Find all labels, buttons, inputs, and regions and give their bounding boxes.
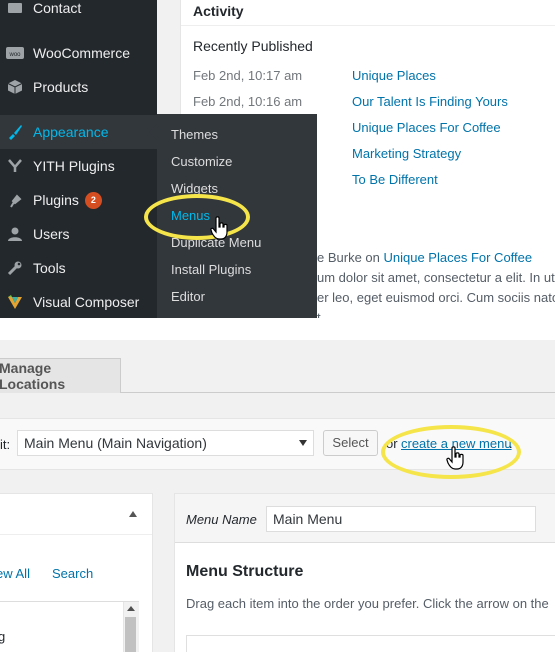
sidebar-item-products[interactable]: Products <box>0 70 157 104</box>
contact-icon <box>5 0 25 18</box>
comment-post-link[interactable]: Unique Places For Coffee <box>384 250 533 265</box>
post-date: Feb 2nd, 10:16 am <box>193 94 303 109</box>
tab-manage-locations[interactable]: Manage Locations <box>0 358 121 393</box>
sidebar-item-appearance[interactable]: Appearance <box>0 115 157 149</box>
update-count-badge: 2 <box>84 191 102 209</box>
sidebar-item-contact[interactable]: Contact <box>0 0 157 25</box>
comment-author: e Burke on <box>317 250 380 265</box>
sidebar-item-visual-composer[interactable]: Visual Composer <box>0 285 157 318</box>
sidebar-item-label: Tools <box>33 260 66 276</box>
appearance-icon <box>5 122 25 142</box>
recent-comment: e Burke on Unique Places For Coffee um d… <box>317 248 555 318</box>
menus-highlight-circle <box>144 194 250 240</box>
recently-published-heading: Recently Published <box>193 38 313 54</box>
post-link[interactable]: Unique Places For Coffee <box>352 120 501 135</box>
hand-cursor-icon <box>210 216 228 240</box>
products-icon <box>5 77 25 97</box>
sidebar-item-woocommerce[interactable]: woo WooCommerce <box>0 36 157 70</box>
sidebar-item-plugins[interactable]: Plugins 2 <box>0 183 157 217</box>
bottom-screenshot-panel: Manage Locations it: Main Menu (Main Nav… <box>0 340 555 652</box>
hand-cursor-icon <box>446 446 464 470</box>
items-checklist <box>0 601 139 652</box>
tab-view-all[interactable]: ew All <box>0 566 30 581</box>
select-menu-label: it: <box>0 437 11 452</box>
sidebar-item-label: YITH Plugins <box>33 158 115 174</box>
svg-text:woo: woo <box>8 52 21 58</box>
submenu-item-install-plugins[interactable]: Install Plugins <box>171 262 251 277</box>
comment-text-line: er leo, eget euismod orci. Cum sociis na… <box>317 290 555 305</box>
plugins-icon <box>5 190 25 210</box>
menu-name-input[interactable]: Main Menu <box>266 506 536 532</box>
list-item: g <box>0 629 6 644</box>
post-date: Feb 2nd, 10:17 am <box>193 68 303 83</box>
sidebar-item-yith-plugins[interactable]: YITH Plugins <box>0 149 157 183</box>
sidebar-item-label: Plugins <box>33 192 79 208</box>
comment-text-line: um dolor sit amet, consectetur a elit. I… <box>317 270 555 285</box>
menu-structure-description: Drag each item into the order you prefer… <box>186 596 549 611</box>
post-link[interactable]: Unique Places <box>352 68 436 83</box>
submenu-item-editor[interactable]: Editor <box>171 289 205 304</box>
users-icon <box>5 224 25 244</box>
post-link[interactable]: To Be Different <box>352 172 438 187</box>
sidebar-item-label: Visual Composer <box>33 294 140 310</box>
sidebar-item-users[interactable]: Users <box>0 217 157 251</box>
divider <box>181 25 555 26</box>
woocommerce-icon: woo <box>5 43 25 63</box>
selected-menu-value: Main Menu (Main Navigation) <box>24 435 207 451</box>
menu-item[interactable] <box>186 635 555 652</box>
collapse-arrow-icon[interactable] <box>129 511 137 517</box>
tab-search[interactable]: Search <box>52 566 93 581</box>
post-link[interactable]: Marketing Strategy <box>352 146 461 161</box>
visual-composer-icon <box>5 292 25 312</box>
submenu-item-themes[interactable]: Themes <box>171 127 218 142</box>
post-link[interactable]: Our Talent Is Finding Yours <box>352 94 508 109</box>
tools-icon <box>5 258 25 278</box>
yith-icon <box>5 156 25 176</box>
top-screenshot-panel: Contact woo WooCommerce Products Appeara… <box>0 0 555 318</box>
sidebar-item-label: Contact <box>33 0 82 16</box>
scrollbar-thumb[interactable] <box>125 617 136 652</box>
scroll-up-arrow-icon[interactable] <box>127 606 135 611</box>
activity-title: Activity <box>193 3 244 19</box>
menu-name-label: Menu Name <box>186 512 257 527</box>
admin-sidebar: Contact woo WooCommerce Products Appeara… <box>0 0 157 318</box>
flyout-pointer <box>149 124 157 140</box>
comment-text-line: t <box>317 310 321 318</box>
select-button[interactable]: Select <box>323 430 378 456</box>
chevron-down-icon <box>299 440 307 446</box>
sidebar-item-label: Appearance <box>33 124 109 140</box>
sidebar-item-label: Products <box>33 79 89 95</box>
menu-to-edit-select[interactable]: Main Menu (Main Navigation) <box>17 430 314 456</box>
sidebar-item-label: Users <box>33 226 70 242</box>
sidebar-item-label: WooCommerce <box>33 45 130 61</box>
sidebar-item-tools[interactable]: Tools <box>0 251 157 285</box>
submenu-item-customize[interactable]: Customize <box>171 154 232 169</box>
menu-structure-heading: Menu Structure <box>186 563 304 580</box>
